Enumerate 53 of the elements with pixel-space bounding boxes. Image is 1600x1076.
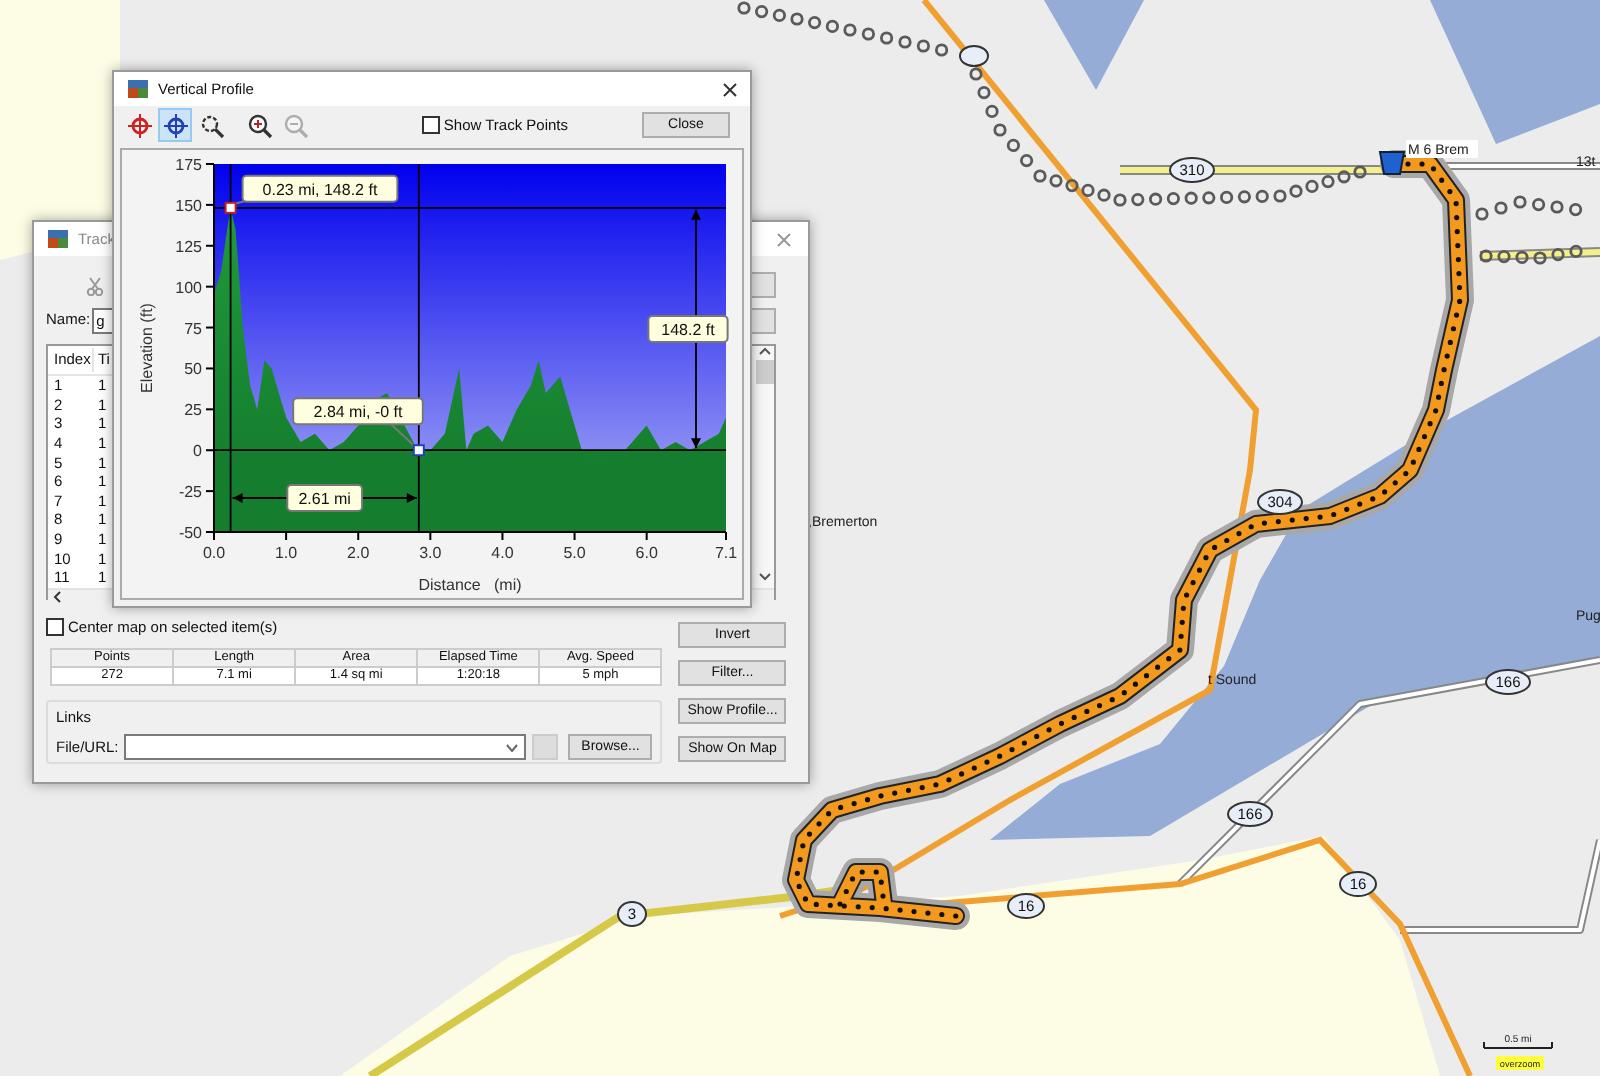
x-axis-title: Distance (mi) xyxy=(418,576,522,594)
x-tick-label: 2.0 xyxy=(347,544,370,562)
app-icon xyxy=(126,78,150,100)
height-callout: 148.2 ft xyxy=(647,315,729,344)
scissors-icon[interactable] xyxy=(86,275,104,295)
scroll-up-icon[interactable] xyxy=(757,346,771,356)
ferry-route xyxy=(1475,195,1583,221)
url-combobox[interactable] xyxy=(124,734,527,761)
y-tick-label: 25 xyxy=(184,401,202,420)
toolbar-button[interactable] xyxy=(158,108,192,142)
y-tick-label: 75 xyxy=(184,319,202,338)
scrollbar-thumb[interactable] xyxy=(755,360,773,384)
x-tick-label: 7.1 xyxy=(714,544,738,562)
y-tick-label: 50 xyxy=(184,360,202,379)
x-tick-label: 6.0 xyxy=(635,544,658,562)
y-tick-label: -25 xyxy=(178,483,202,502)
annotation: 2.84 mi, -0 ft xyxy=(313,403,405,422)
ferry-route xyxy=(1479,244,1583,265)
x-tick-label: 3.0 xyxy=(419,544,442,562)
app-icon xyxy=(46,228,70,250)
scroll-down-icon[interactable] xyxy=(757,571,771,582)
annotation: 0.23 mi, 148.2 ft xyxy=(262,180,379,199)
zoom-region-icon xyxy=(197,111,225,139)
close-icon[interactable] xyxy=(722,81,738,98)
route-shield xyxy=(959,45,989,67)
dropdown-caret-icon xyxy=(506,743,519,752)
crosshair-icon xyxy=(161,111,189,139)
water-area xyxy=(1044,0,1144,90)
y-tick-label: 125 xyxy=(175,237,202,256)
distance-callout: 2.61 mi xyxy=(286,484,364,512)
point-callout: 0.23 mi, 148.2 ft xyxy=(233,174,399,205)
scale-bar xyxy=(1483,1041,1553,1049)
marker-icon xyxy=(1378,151,1406,175)
scroll-left-icon[interactable] xyxy=(52,589,62,604)
zoom-in-icon xyxy=(245,111,273,139)
road xyxy=(1479,247,1600,261)
y-tick-label: 0 xyxy=(193,442,202,461)
crosshair-icon xyxy=(125,111,153,139)
x-tick-label: 5.0 xyxy=(563,544,586,562)
point-marker xyxy=(224,201,237,214)
y-tick-label: 175 xyxy=(175,156,202,174)
checkbox[interactable] xyxy=(421,116,440,134)
x-tick-label: 4.0 xyxy=(491,544,514,562)
checkbox[interactable] xyxy=(46,618,64,636)
x-tick-label: 0.0 xyxy=(202,544,226,562)
y-tick-label: 150 xyxy=(175,196,202,215)
x-tick-label: 1.0 xyxy=(275,544,298,562)
point-marker xyxy=(412,444,425,457)
y-axis-title: Elevation (ft) xyxy=(138,303,156,393)
point-callout: 2.84 mi, -0 ft xyxy=(292,397,424,448)
zoom-out-icon xyxy=(281,111,309,139)
y-tick-label: -50 xyxy=(178,524,202,542)
y-tick-label: 100 xyxy=(175,278,202,297)
